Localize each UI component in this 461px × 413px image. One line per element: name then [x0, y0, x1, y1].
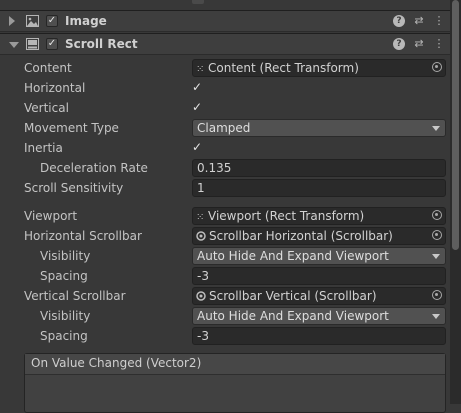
- presets-icon[interactable]: ⇄: [413, 38, 425, 50]
- help-icon[interactable]: ?: [393, 38, 405, 50]
- dropdown-arrow-icon: [432, 254, 440, 259]
- deceleration-rate-label: Deceleration Rate: [40, 161, 148, 175]
- vertical-spacing-label: Spacing: [40, 329, 88, 343]
- context-menu-icon[interactable]: ⋮: [433, 38, 445, 50]
- movement-type-value: Clamped: [197, 121, 251, 135]
- viewport-value: Viewport (Rect Transform): [208, 209, 365, 223]
- presets-icon[interactable]: ⇄: [413, 15, 425, 27]
- vertical-visibility-dropdown[interactable]: Auto Hide And Expand Viewport: [192, 307, 446, 325]
- on-value-changed-header: On Value Changed (Vector2): [25, 354, 445, 375]
- dropdown-arrow-icon: [432, 314, 440, 319]
- object-picker-icon[interactable]: [432, 230, 442, 240]
- dropdown-arrow-icon: [432, 126, 440, 131]
- content-object-field[interactable]: ⁙ Content (Rect Transform): [192, 59, 446, 77]
- horizontal-spacing-input[interactable]: -3: [192, 267, 446, 285]
- image-component-icon: [26, 15, 39, 27]
- horizontal-scrollbar-value: Scrollbar Horizontal (Scrollbar): [209, 229, 393, 243]
- rect-transform-icon: ⁙: [196, 64, 205, 75]
- image-component-header[interactable]: ✓ Image ? ⇄ ⋮: [0, 10, 450, 32]
- content-row: Content ⁙ Content (Rect Transform): [0, 58, 450, 78]
- scroll-sensitivity-input[interactable]: 1: [192, 179, 446, 197]
- vertical-scrollbar-object-field[interactable]: Scrollbar Vertical (Scrollbar): [192, 287, 446, 305]
- viewport-object-field[interactable]: ⁙ Viewport (Rect Transform): [192, 207, 446, 225]
- horizontal-scrollbar-row: Horizontal Scrollbar Scrollbar Horizonta…: [0, 226, 450, 246]
- horizontal-scrollbar-label: Horizontal Scrollbar: [24, 229, 142, 243]
- content-value: Content (Rect Transform): [208, 61, 359, 75]
- foldout-expanded-icon[interactable]: [9, 42, 19, 48]
- inspector-scrollbar[interactable]: [450, 0, 461, 404]
- scroll-rect-component-title: Scroll Rect: [65, 37, 138, 51]
- previous-checkbox[interactable]: [192, 0, 204, 4]
- vertical-scrollbar-value: Scrollbar Vertical (Scrollbar): [209, 289, 377, 303]
- vertical-label: Vertical: [24, 101, 69, 115]
- horizontal-visibility-row: Visibility Auto Hide And Expand Viewport: [0, 246, 450, 266]
- horizontal-checkbox[interactable]: ✓: [192, 81, 205, 94]
- object-picker-icon[interactable]: [432, 62, 442, 72]
- rect-transform-icon: ⁙: [196, 212, 205, 223]
- object-picker-icon[interactable]: [432, 290, 442, 300]
- deceleration-rate-input[interactable]: 0.135: [192, 159, 446, 177]
- on-value-changed-event[interactable]: On Value Changed (Vector2): [24, 353, 446, 413]
- viewport-row: Viewport ⁙ Viewport (Rect Transform): [0, 206, 450, 226]
- scrollbar-component-icon: [196, 291, 206, 301]
- movement-type-label: Movement Type: [24, 121, 119, 135]
- horizontal-visibility-label: Visibility: [40, 249, 91, 263]
- previous-component-strip: [0, 0, 450, 6]
- vertical-scrollbar-label: Vertical Scrollbar: [24, 289, 126, 303]
- scroll-sensitivity-row: Scroll Sensitivity 1: [0, 178, 450, 198]
- object-picker-icon[interactable]: [432, 210, 442, 220]
- scroll-rect-component-icon: [26, 38, 39, 50]
- horizontal-scrollbar-object-field[interactable]: Scrollbar Horizontal (Scrollbar): [192, 227, 446, 245]
- vertical-checkbox[interactable]: ✓: [192, 101, 205, 114]
- inertia-label: Inertia: [24, 141, 63, 155]
- deceleration-rate-row: Deceleration Rate 0.135: [0, 158, 450, 178]
- vertical-visibility-label: Visibility: [40, 309, 91, 323]
- scroll-rect-enabled-checkbox[interactable]: ✓: [46, 38, 58, 50]
- vertical-scrollbar-row: Vertical Scrollbar Scrollbar Vertical (S…: [0, 286, 450, 306]
- content-label: Content: [24, 61, 72, 75]
- vertical-visibility-row: Visibility Auto Hide And Expand Viewport: [0, 306, 450, 326]
- movement-type-dropdown[interactable]: Clamped: [192, 119, 446, 137]
- scrollbar-component-icon: [196, 231, 206, 241]
- inspector-scroll-thumb[interactable]: [452, 0, 459, 250]
- viewport-label: Viewport: [24, 209, 78, 223]
- horizontal-label: Horizontal: [24, 81, 86, 95]
- image-enabled-checkbox[interactable]: ✓: [46, 15, 58, 27]
- vertical-spacing-input[interactable]: -3: [192, 327, 446, 345]
- vertical-spacing-row: Spacing -3: [0, 326, 450, 346]
- horizontal-spacing-row: Spacing -3: [0, 266, 450, 286]
- inertia-row: Inertia ✓: [0, 138, 450, 158]
- vertical-row: Vertical ✓: [0, 98, 450, 118]
- horizontal-spacing-label: Spacing: [40, 269, 88, 283]
- vertical-visibility-value: Auto Hide And Expand Viewport: [197, 309, 389, 323]
- horizontal-visibility-dropdown[interactable]: Auto Hide And Expand Viewport: [192, 247, 446, 265]
- context-menu-icon[interactable]: ⋮: [433, 15, 445, 27]
- foldout-collapsed-icon[interactable]: [9, 16, 15, 26]
- horizontal-row: Horizontal ✓: [0, 78, 450, 98]
- help-icon[interactable]: ?: [393, 15, 405, 27]
- image-component-title: Image: [65, 14, 107, 28]
- movement-type-row: Movement Type Clamped: [0, 118, 450, 138]
- scroll-sensitivity-label: Scroll Sensitivity: [24, 181, 124, 195]
- scroll-rect-component-header[interactable]: ✓ Scroll Rect ? ⇄ ⋮: [0, 33, 450, 55]
- inertia-checkbox[interactable]: ✓: [192, 141, 205, 154]
- horizontal-visibility-value: Auto Hide And Expand Viewport: [197, 249, 389, 263]
